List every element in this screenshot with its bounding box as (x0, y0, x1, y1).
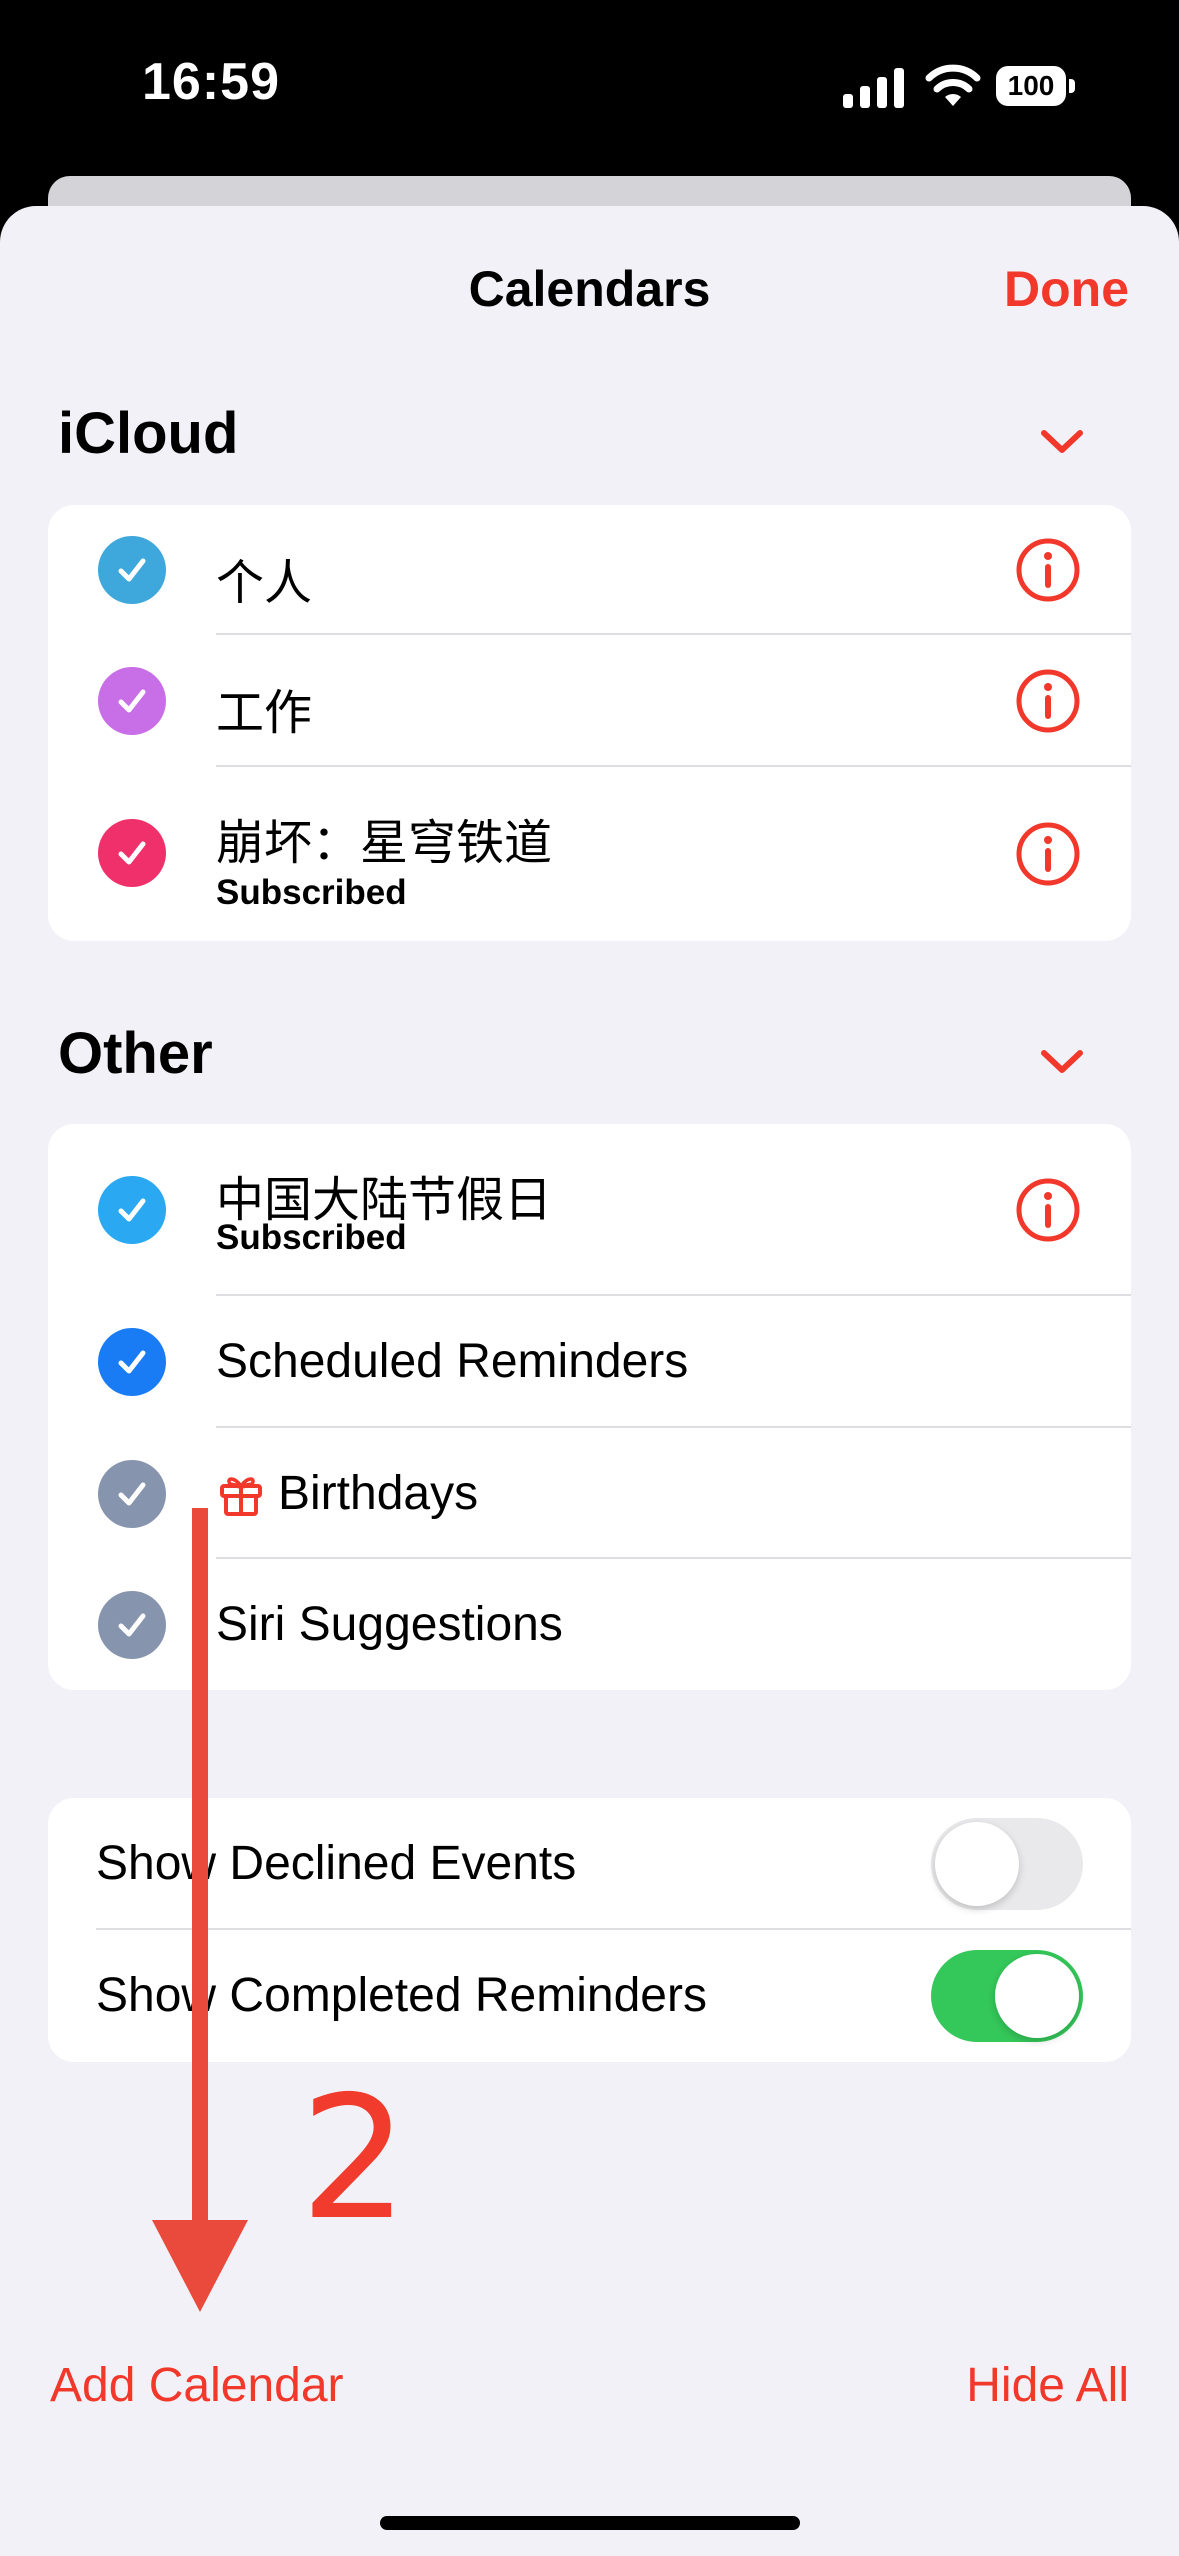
calendar-name: Siri Suggestions (216, 1598, 563, 1651)
calendar-name: Birthdays (278, 1467, 479, 1520)
setting-label: Show Declined Events (96, 1837, 577, 1890)
calendar-name: 崩坏：星穹铁道 (216, 817, 553, 870)
status-time: 16:59 (142, 53, 280, 111)
setting-row: Show Completed Reminders (48, 1930, 1131, 2062)
checkmark-circle-icon[interactable] (98, 1460, 166, 1528)
info-icon[interactable] (1015, 1177, 1081, 1243)
list-item[interactable]: 工作 (48, 635, 1131, 767)
calendar-name: 个人 (216, 557, 313, 610)
calendar-name: 工作 (216, 687, 313, 740)
annotation-arrow-head (152, 2220, 248, 2312)
info-icon[interactable] (1015, 537, 1081, 603)
page-title: Calendars (468, 261, 711, 317)
completed-reminders-toggle[interactable] (931, 1950, 1083, 2042)
chevron-down-icon[interactable] (1040, 1048, 1084, 1076)
list-item[interactable]: Scheduled Reminders (48, 1296, 1131, 1428)
status-bar: 16:59 100 (0, 0, 1179, 170)
gift-icon (220, 1477, 262, 1516)
done-button[interactable]: Done (1004, 260, 1129, 318)
home-indicator (380, 2516, 800, 2530)
calendar-subtitle: Subscribed (216, 873, 407, 912)
annotation-arrow (192, 1508, 208, 2230)
list-item[interactable]: Birthdays (48, 1428, 1131, 1559)
icloud-calendar-list: 个人 工作 崩坏：星穹铁道 Subscribed (48, 505, 1131, 941)
setting-label: Show Completed Reminders (96, 1969, 707, 2022)
hide-all-button[interactable]: Hide All (966, 2358, 1129, 2413)
info-icon[interactable] (1015, 821, 1081, 887)
section-title-other: Other (58, 1021, 213, 1086)
other-calendar-list: 中国大陆节假日 Subscribed Scheduled Reminders B… (48, 1124, 1131, 1690)
settings-list: Show Declined Events Show Completed Remi… (48, 1798, 1131, 2062)
wifi-icon (925, 64, 981, 106)
checkmark-circle-icon[interactable] (98, 1328, 166, 1396)
checkmark-circle-icon[interactable] (98, 819, 166, 887)
setting-row: Show Declined Events (48, 1798, 1131, 1930)
section-title-icloud: iCloud (58, 401, 239, 466)
battery-level: 100 (996, 66, 1066, 106)
list-item[interactable]: 崩坏：星穹铁道 Subscribed (48, 767, 1131, 941)
declined-events-toggle[interactable] (931, 1818, 1083, 1910)
battery-icon: 100 (996, 66, 1076, 108)
list-item[interactable]: 中国大陆节假日 Subscribed (48, 1124, 1131, 1296)
info-icon[interactable] (1015, 668, 1081, 734)
calendar-subtitle: Subscribed (216, 1218, 407, 1257)
checkmark-circle-icon[interactable] (98, 1591, 166, 1659)
checkmark-circle-icon[interactable] (98, 667, 166, 735)
add-calendar-button[interactable]: Add Calendar (50, 2358, 344, 2413)
checkmark-circle-icon[interactable] (98, 536, 166, 604)
cellular-signal-icon (843, 68, 904, 108)
list-item[interactable]: 个人 (48, 505, 1131, 635)
chevron-down-icon[interactable] (1040, 428, 1084, 456)
list-item[interactable]: Siri Suggestions (48, 1559, 1131, 1690)
annotation-number: 2 (300, 2060, 409, 2258)
checkmark-circle-icon[interactable] (98, 1176, 166, 1244)
calendar-name: Scheduled Reminders (216, 1335, 689, 1388)
